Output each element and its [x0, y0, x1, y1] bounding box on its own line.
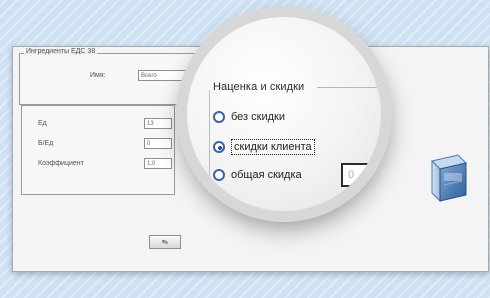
- row-label-bed: Б/Ед: [38, 140, 54, 147]
- edit-icon: ✎: [160, 236, 170, 248]
- row-field-ed[interactable]: 13: [144, 118, 172, 129]
- group-panel-top: Ингредиенты ЕДС 38 Имя: Всего: [19, 48, 196, 105]
- radio-label-general-discount: общая скидка: [231, 169, 302, 181]
- group-title-divider: [317, 87, 377, 88]
- edit-button[interactable]: ✎: [149, 235, 181, 249]
- radio-button[interactable]: [213, 111, 225, 123]
- product-box-icon: [431, 154, 467, 203]
- radio-client-discount[interactable]: скидки клиента: [213, 139, 315, 155]
- row-label-ed: Ед: [38, 120, 47, 127]
- radio-general-discount[interactable]: общая скидка: [213, 169, 302, 181]
- fields-panel: Ед 13 Б/Ед 0 Коэффициент 1,0: [21, 105, 175, 195]
- magnifier-lens: Наценка и скидки без скидки скидки клиен…: [176, 6, 392, 222]
- radio-button-selected[interactable]: [213, 141, 225, 153]
- group-title: Ингредиенты ЕДС 38: [24, 48, 98, 55]
- name-label: Имя:: [90, 72, 106, 79]
- radio-label-no-discount: без скидки: [231, 111, 285, 123]
- row-field-bed[interactable]: 0: [144, 138, 172, 149]
- radio-button[interactable]: [213, 169, 225, 181]
- radio-no-discount[interactable]: без скидки: [213, 111, 285, 123]
- row-label-koef: Коэффициент: [38, 160, 84, 167]
- magnified-content: Наценка и скидки без скидки скидки клиен…: [187, 17, 381, 211]
- discount-section-title: Наценка и скидки: [213, 81, 305, 93]
- radio-label-client-discount: скидки клиента: [231, 139, 315, 155]
- row-field-koef[interactable]: 1,0: [144, 158, 172, 169]
